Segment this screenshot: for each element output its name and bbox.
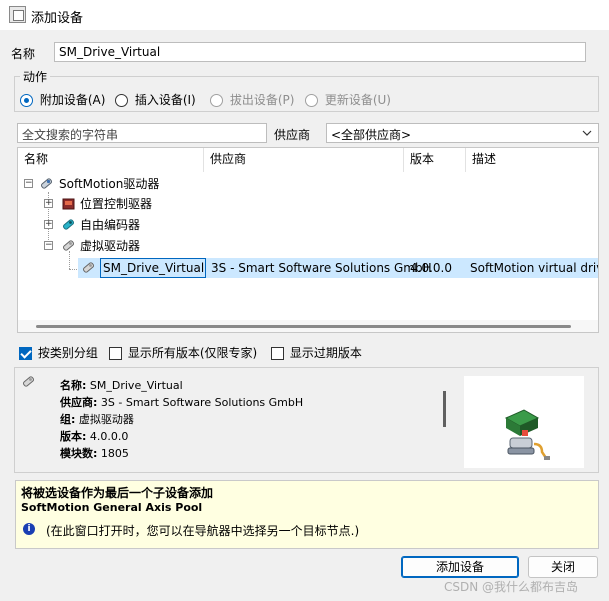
vendor-select[interactable]: <全部供应商>	[326, 123, 599, 143]
virtual-drive-icon	[22, 376, 35, 387]
encoder-icon	[62, 219, 75, 230]
group-by-category-option[interactable]: 按类别分组	[19, 344, 98, 361]
device-image	[464, 376, 584, 468]
device-illustration-icon	[504, 409, 550, 460]
collapse-icon[interactable]: −	[44, 241, 53, 250]
details-model-value: 1805	[100, 447, 129, 460]
group-by-category-checkbox[interactable]	[19, 347, 32, 360]
name-label: 名称	[11, 47, 36, 61]
details-text: 名称: SM_Drive_Virtual 供应商: 3S - Smart Sof…	[60, 377, 303, 462]
app-icon	[9, 6, 26, 23]
group-by-category-label: 按类别分组	[37, 346, 98, 360]
radio-insert-label: 插入设备(I)	[134, 93, 196, 107]
details-group-label: 组:	[60, 413, 76, 426]
info-subtitle: SoftMotion General Axis Pool	[21, 501, 203, 514]
tree-row-description: SoftMotion virtual drive	[470, 261, 599, 275]
info-box: 将被选设备作为最后一个子设备添加 SoftMotion General Axis…	[15, 480, 599, 549]
tree-row-version: 4.0.0.0	[410, 261, 452, 275]
details-version-value: 4.0.0.0	[89, 430, 129, 443]
watermark: CSDN @我什么都布吉岛	[444, 580, 579, 594]
tree-row-position-control[interactable]: + 位置控制驱器	[18, 194, 598, 214]
tree-row-label: 自由编码器	[80, 218, 141, 232]
radio-update: 更新设备(U)	[305, 91, 391, 108]
search-input[interactable]: 全文搜索的字符串	[17, 123, 267, 143]
radio-unplug-indicator	[210, 94, 223, 107]
virtual-drive-icon	[62, 240, 75, 251]
show-all-versions-option[interactable]: 显示所有版本(仅限专家)	[109, 344, 257, 361]
window-title: 添加设备	[31, 11, 84, 26]
chevron-down-icon	[582, 130, 592, 136]
collapse-icon[interactable]: −	[24, 179, 33, 188]
column-header-vendor[interactable]: 供应商	[204, 148, 404, 172]
expand-icon[interactable]: +	[44, 220, 53, 229]
details-model-label: 模块数:	[60, 447, 98, 460]
virtual-drive-icon	[82, 262, 95, 273]
vendor-label: 供应商	[274, 128, 311, 142]
radio-update-label: 更新设备(U)	[324, 93, 391, 107]
radio-insert-indicator[interactable]	[115, 94, 128, 107]
position-drive-icon	[62, 198, 75, 210]
tree-row-label: SM_Drive_Virtual	[100, 258, 206, 278]
vendor-select-value: <全部供应商>	[331, 128, 412, 142]
details-group-value: 虚拟驱动器	[78, 413, 134, 426]
tree-row-softmotion[interactable]: − SoftMotion驱动器	[18, 174, 598, 194]
tree-row-virtual-drive[interactable]: − 虚拟驱动器	[18, 236, 598, 256]
column-header-description[interactable]: 描述	[466, 148, 598, 172]
show-all-versions-label: 显示所有版本(仅限专家)	[127, 346, 258, 360]
scrollbar-thumb[interactable]	[36, 325, 571, 328]
show-outdated-option[interactable]: 显示过期版本	[271, 344, 362, 361]
expand-icon[interactable]: +	[44, 199, 53, 208]
device-tree[interactable]: 名称 供应商 版本 描述 − SoftMotion驱动器 + 位置控制驱器 + …	[17, 147, 599, 333]
radio-attach-label: 附加设备(A)	[39, 93, 106, 107]
tree-row-vendor: 3S - Smart Software Solutions GmbH	[211, 261, 432, 275]
details-scrollbar[interactable]	[443, 391, 446, 427]
action-legend: 动作	[20, 68, 51, 85]
info-icon: i	[23, 523, 35, 535]
tree-row-label: 位置控制驱器	[80, 197, 153, 211]
radio-update-indicator	[305, 94, 318, 107]
show-outdated-checkbox[interactable]	[271, 347, 284, 360]
details-vendor-label: 供应商:	[60, 396, 98, 409]
info-note: (在此窗口打开时，您可以在导航器中选择另一个目标节点.)	[46, 524, 360, 538]
radio-attach[interactable]: 附加设备(A)	[20, 91, 105, 108]
radio-attach-indicator[interactable]	[20, 94, 33, 107]
close-button[interactable]: 关闭	[528, 556, 598, 578]
tree-row-sm-drive-virtual[interactable]: SM_Drive_Virtual 3S - Smart Software Sol…	[78, 258, 598, 278]
details-name-label: 名称:	[60, 379, 87, 392]
column-header-name[interactable]: 名称	[18, 148, 204, 172]
radio-unplug-label: 拔出设备(P)	[229, 93, 295, 107]
column-header-version[interactable]: 版本	[404, 148, 466, 172]
title-bar: 添加设备	[0, 0, 609, 30]
show-all-versions-checkbox[interactable]	[109, 347, 122, 360]
radio-insert[interactable]: 插入设备(I)	[115, 91, 196, 108]
details-name-value: SM_Drive_Virtual	[89, 379, 183, 392]
drive-icon	[40, 178, 53, 189]
details-version-label: 版本:	[60, 430, 87, 443]
show-outdated-label: 显示过期版本	[289, 346, 362, 360]
details-vendor-value: 3S - Smart Software Solutions GmbH	[100, 396, 304, 409]
radio-unplug: 拔出设备(P)	[210, 91, 294, 108]
name-input[interactable]: SM_Drive_Virtual	[54, 42, 586, 62]
tree-row-label: SoftMotion驱动器	[59, 177, 160, 191]
info-title: 将被选设备作为最后一个子设备添加	[21, 486, 214, 500]
tree-row-label: 虚拟驱动器	[80, 239, 141, 253]
tree-row-free-encoder[interactable]: + 自由编码器	[18, 215, 598, 235]
horizontal-scrollbar[interactable]	[18, 320, 598, 332]
add-device-button[interactable]: 添加设备	[401, 556, 519, 578]
